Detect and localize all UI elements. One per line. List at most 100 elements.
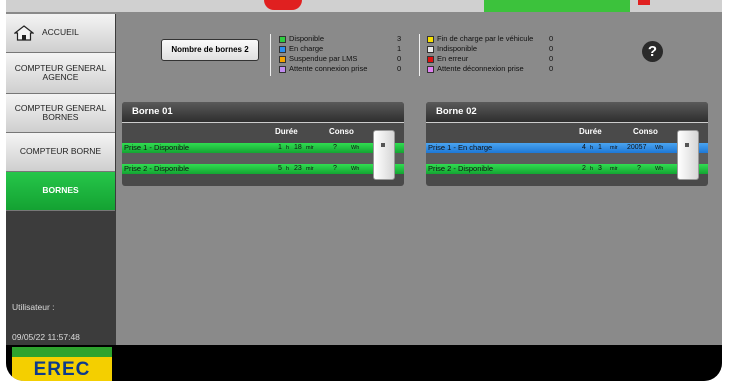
legend-item: Indisponible 0 <box>427 44 557 54</box>
charger-image <box>677 130 699 180</box>
alarm-indicator <box>264 0 302 10</box>
home-icon <box>14 25 34 41</box>
legend-swatch <box>279 36 286 43</box>
prise-label: Prise 2 - <box>428 164 459 173</box>
legend-count: 0 <box>549 54 554 63</box>
alert-indicator <box>638 0 650 5</box>
legend-label: En erreur <box>437 54 469 63</box>
legend-swatch <box>427 56 434 63</box>
duree-minutes-unit: mir <box>306 145 314 151</box>
prise-label: Prise 1 - <box>124 143 155 152</box>
bornes-count-button[interactable]: Nombre de bornes 2 <box>161 39 259 61</box>
prise-name: Prise 1 - Disponible <box>124 143 189 153</box>
column-header-conso: Conso <box>329 127 354 136</box>
conso-value: 20057 <box>627 144 647 151</box>
sidebar-item-label: COMPTEUR GENERAL BORNES <box>14 102 107 122</box>
prise-row[interactable]: Prise 2 - Disponible 2 h 3 mir ? Wh <box>426 164 708 174</box>
legend-count: 1 <box>397 44 402 53</box>
legend-count: 3 <box>397 34 402 43</box>
legend-label: Indisponible <box>437 44 478 53</box>
charger-screen <box>685 143 689 147</box>
datetime-display: 09/05/22 11:57:48 <box>12 332 80 342</box>
divider <box>419 34 420 76</box>
divider <box>270 34 271 76</box>
sidebar-item-label: COMPTEUR GENERAL AGENCE <box>14 62 107 82</box>
duree-hours-unit: h <box>590 145 594 151</box>
duree-minutes-unit: mir <box>306 166 314 172</box>
prise-status: Disponible <box>458 164 494 173</box>
borne-title: Borne 02 <box>426 102 708 123</box>
legend-item: Attente connexion prise 0 <box>279 64 405 74</box>
user-label: Utilisateur : <box>12 302 55 312</box>
conso-unit: Wh <box>351 166 360 172</box>
borne-title: Borne 01 <box>122 102 404 123</box>
borne-panel-01[interactable]: Borne 01 Durée Conso Prise 1 - Disponibl… <box>122 102 404 186</box>
duree-minutes: 23 <box>294 165 302 172</box>
legend-swatch <box>427 36 434 43</box>
sidebar-item-label: BORNES <box>42 185 79 196</box>
row-separator <box>122 153 404 164</box>
legend-swatch <box>427 46 434 53</box>
logo-stripe <box>12 347 112 357</box>
legend-label: Suspendue par LMS <box>289 54 358 63</box>
legend-item: En charge 1 <box>279 44 405 54</box>
logo-text: EREC <box>33 359 91 380</box>
legend-item: Fin de charge par le véhicule 0 <box>427 34 557 44</box>
legend-swatch <box>279 66 286 73</box>
conso-unit: Wh <box>655 145 664 151</box>
legend-item: Suspendue par LMS 0 <box>279 54 405 64</box>
legend-swatch <box>279 56 286 63</box>
legend-item: En erreur 0 <box>427 54 557 64</box>
prise-row[interactable]: Prise 1 - Disponible 1 h 18 mir ? Wh <box>122 143 404 153</box>
hmi-screen: ACCUEIL COMPTEUR GENERAL AGENCE COMPTEUR… <box>6 0 722 381</box>
charger-image <box>373 130 395 180</box>
conso-value: ? <box>333 165 337 172</box>
row-separator <box>426 153 708 164</box>
sidebar-item-label: COMPTEUR BORNE <box>19 146 102 157</box>
duree-hours-unit: h <box>286 145 290 151</box>
legend-count: 0 <box>397 54 402 63</box>
status-legend-right: Fin de charge par le véhicule 0 Indisponi… <box>427 34 557 74</box>
sidebar-item-bornes[interactable]: BORNES <box>6 172 115 211</box>
legend-item: Disponible 3 <box>279 34 405 44</box>
duree-hours: 5 <box>278 165 282 172</box>
duree-minutes: 18 <box>294 144 302 151</box>
charger-screen <box>381 143 385 147</box>
prise-label: Prise 2 - <box>124 164 155 173</box>
legend-label: En charge <box>289 44 324 53</box>
sidebar-item-compteur-borne[interactable]: COMPTEUR BORNE <box>6 133 115 172</box>
prise-name: Prise 2 - Disponible <box>124 164 189 174</box>
sidebar-item-compteur-general-agence[interactable]: COMPTEUR GENERAL AGENCE <box>6 53 115 94</box>
prise-label: Prise 1 - <box>428 143 459 152</box>
legend-count: 0 <box>397 64 402 73</box>
duree-hours: 2 <box>582 165 586 172</box>
sidebar-item-compteur-general-bornes[interactable]: COMPTEUR GENERAL BORNES <box>6 94 115 133</box>
legend-swatch <box>427 66 434 73</box>
prise-status: En charge <box>458 143 493 152</box>
legend-count: 0 <box>549 64 554 73</box>
sidebar-item-accueil[interactable]: ACCUEIL <box>6 14 115 53</box>
legend-label: Attente connexion prise <box>289 64 368 73</box>
legend-label: Attente déconnexion prise <box>437 64 524 73</box>
legend-item: Attente déconnexion prise 0 <box>427 64 557 74</box>
conso-value: ? <box>333 144 337 151</box>
status-legend-left: Disponible 3 En charge 1 Suspendue par LMS… <box>279 34 405 74</box>
top-status-strip <box>6 0 722 12</box>
duree-hours: 4 <box>582 144 586 151</box>
help-icon[interactable]: ? <box>642 41 663 62</box>
prise-row[interactable]: Prise 2 - Disponible 5 h 23 mir ? Wh <box>122 164 404 174</box>
duree-minutes-unit: mir <box>610 145 618 151</box>
legend-label: Fin de charge par le véhicule <box>437 34 534 43</box>
conso-value: ? <box>637 165 641 172</box>
legend-label: Disponible <box>289 34 325 43</box>
borne-panel-02[interactable]: Borne 02 Durée Conso Prise 1 - En charge… <box>426 102 708 186</box>
duree-minutes: 3 <box>598 165 602 172</box>
duree-hours: 1 <box>278 144 282 151</box>
column-header-duree: Durée <box>275 127 298 136</box>
sidebar-item-label: ACCUEIL <box>42 27 79 38</box>
logo-band: EREC <box>12 357 112 381</box>
sidebar: ACCUEIL COMPTEUR GENERAL AGENCE COMPTEUR… <box>6 14 116 345</box>
duree-minutes-unit: mir <box>610 166 618 172</box>
legend-count: 0 <box>549 44 554 53</box>
prise-row[interactable]: Prise 1 - En charge 4 h 1 mir 20057 Wh <box>426 143 708 153</box>
